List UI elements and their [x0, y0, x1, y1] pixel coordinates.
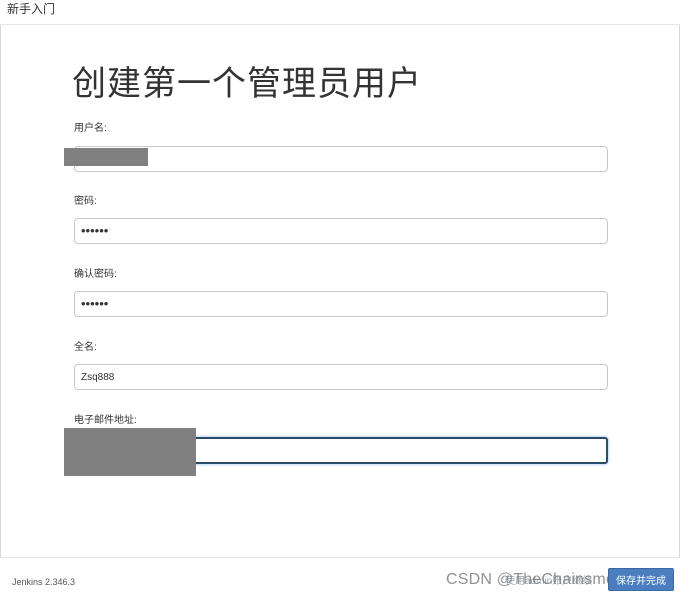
full-name-label: 全名: — [74, 342, 97, 353]
wizard-header-title: 新手入门 — [7, 2, 56, 16]
wizard-header: 新手入门 — [0, 0, 680, 25]
wizard-footer: Jenkins 2.346.3 使用admin账户继续 CSDN @TheCha… — [0, 557, 680, 598]
continue-as-admin-button[interactable]: 使用admin账户继续 — [505, 572, 592, 587]
username-label: 用户名: — [74, 123, 107, 134]
username-redaction — [64, 148, 148, 166]
password-label: 密码: — [74, 196, 97, 207]
password-input[interactable]: •••••• — [74, 218, 608, 244]
email-redaction — [64, 428, 196, 476]
jenkins-version: Jenkins 2.346.3 — [12, 577, 76, 587]
confirm-password-input[interactable]: •••••• — [74, 291, 608, 317]
save-and-finish-button[interactable]: 保存并完成 — [608, 568, 674, 591]
page-title: 创建第一个管理员用户 — [72, 65, 422, 103]
full-name-input[interactable] — [74, 364, 608, 390]
username-input[interactable] — [74, 146, 608, 172]
confirm-password-label: 确认密码: — [74, 269, 117, 280]
email-label: 电子邮件地址: — [74, 415, 137, 426]
